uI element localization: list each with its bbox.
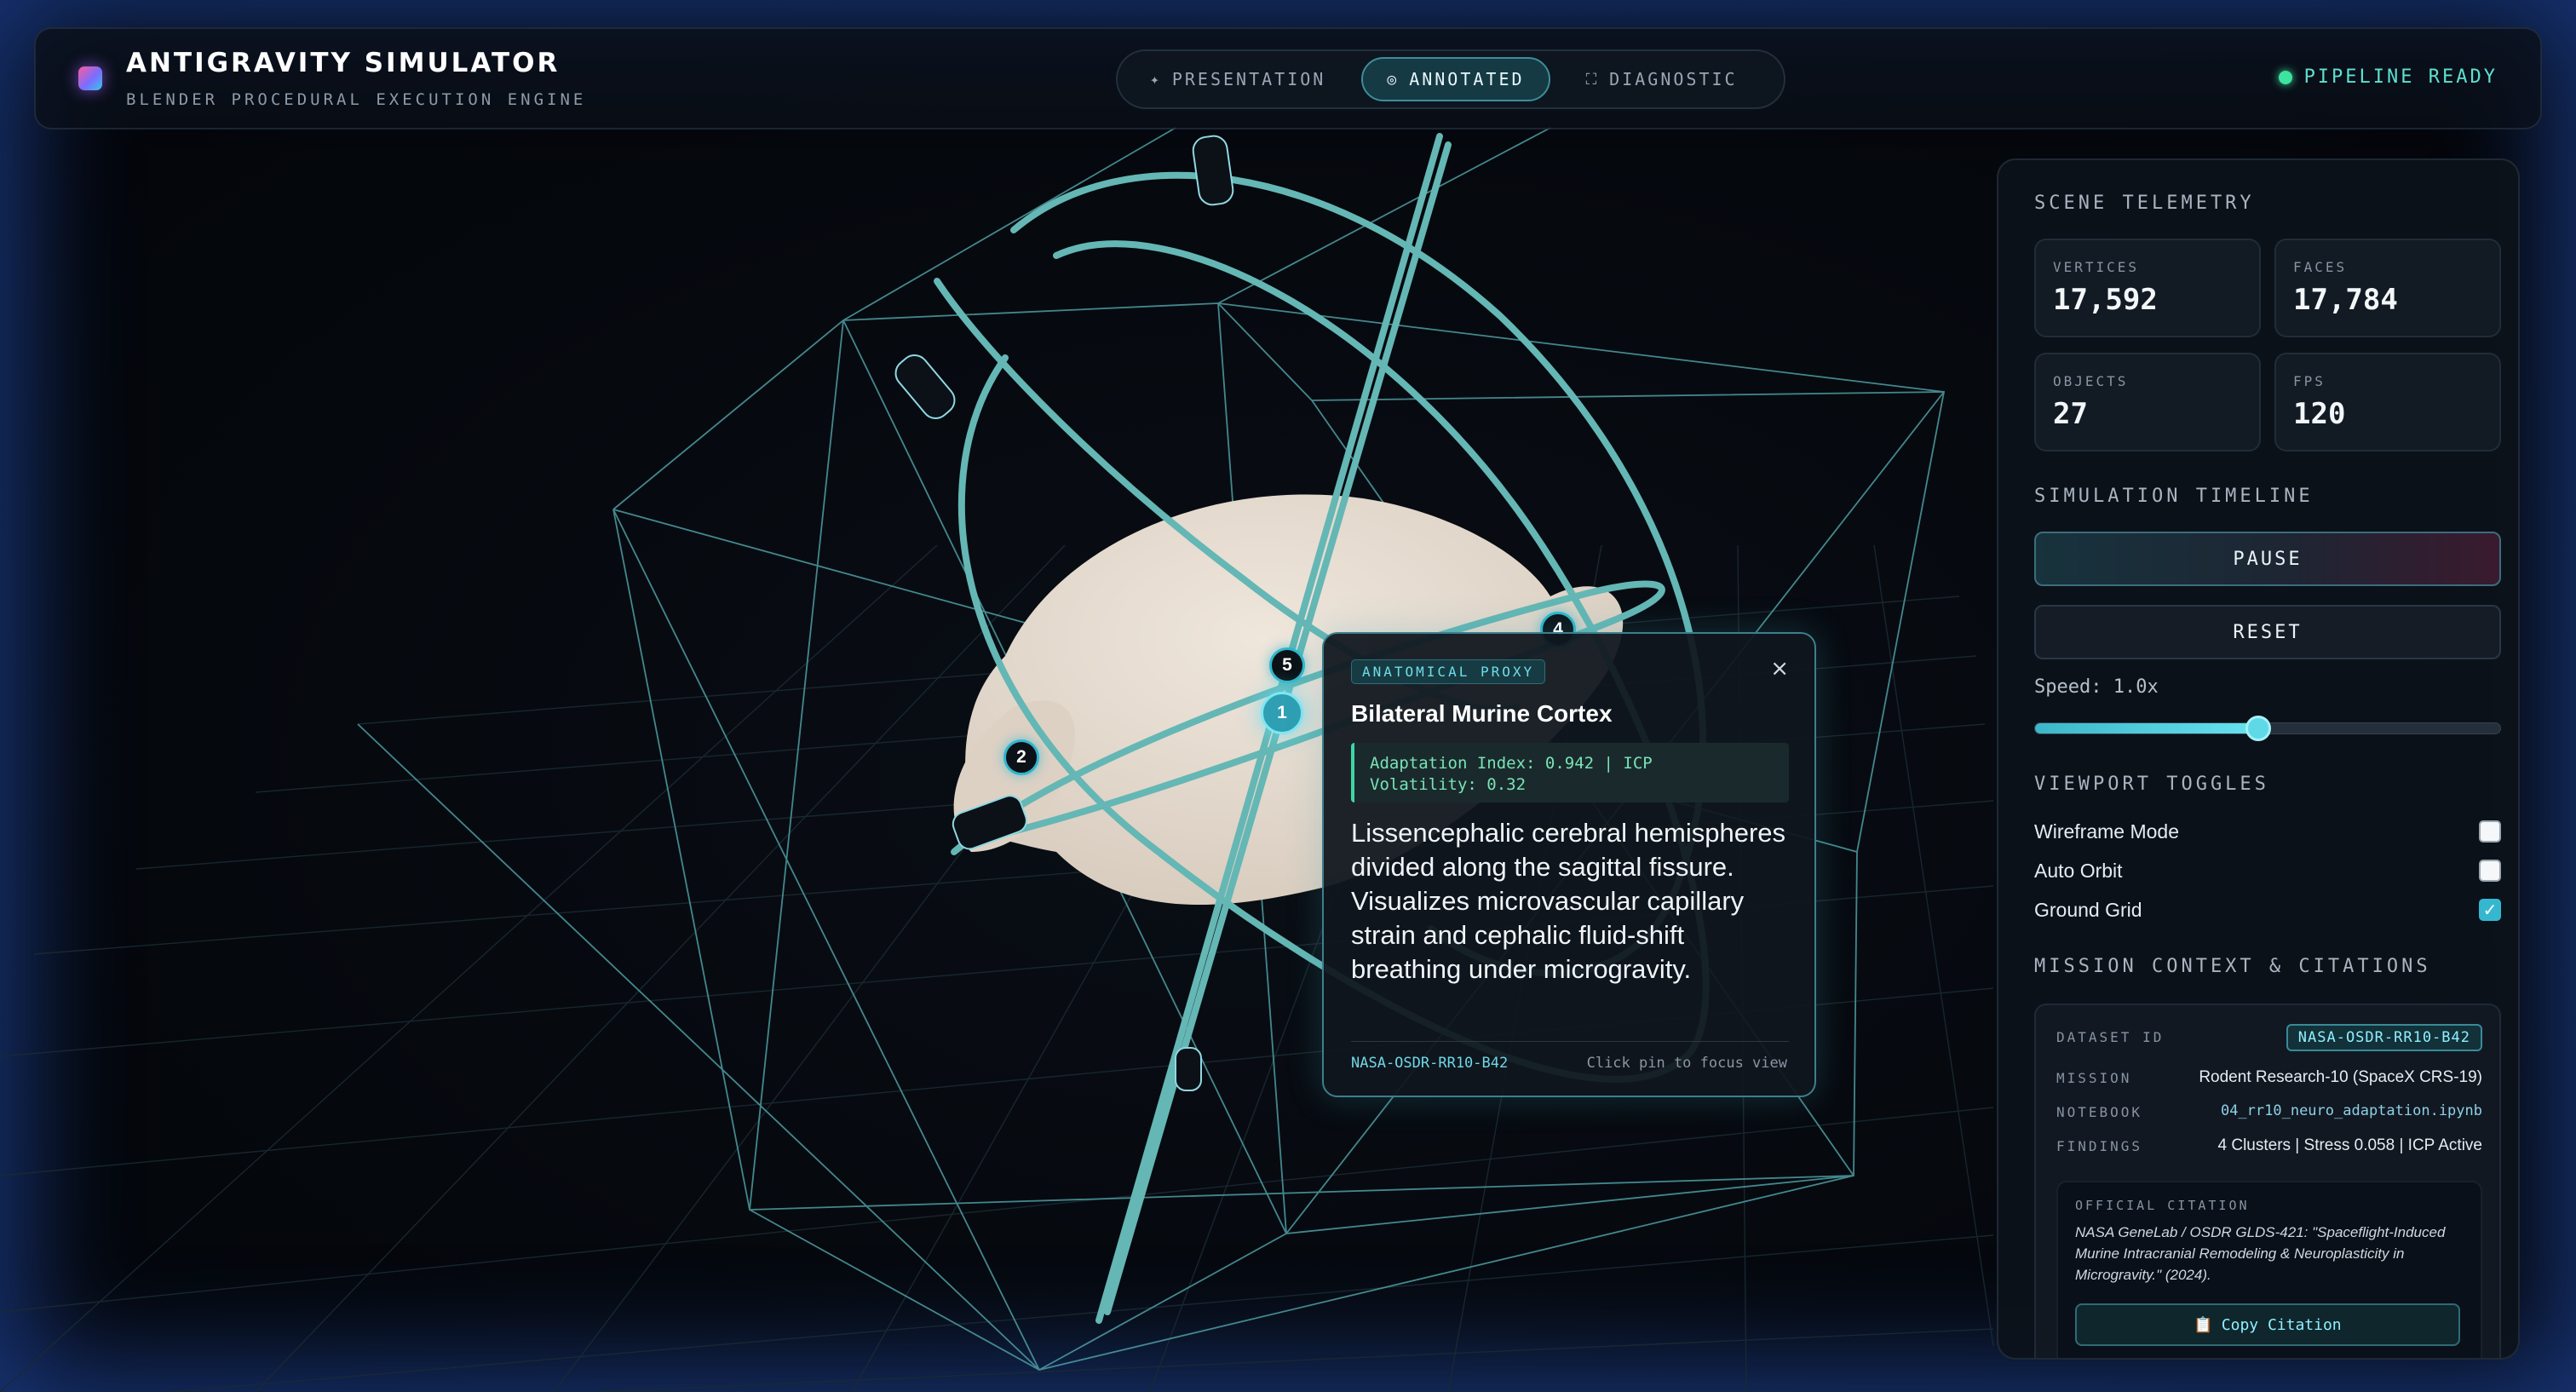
annotation-popup: ANATOMICAL PROXY × Bilateral Murine Cort… bbox=[1322, 632, 1816, 1097]
context-key: MISSION bbox=[2056, 1070, 2132, 1086]
stat-card-objects: OBJECTS 27 bbox=[2034, 353, 2261, 452]
pipeline-status-label: PIPELINE READY bbox=[2303, 66, 2498, 88]
frame-icon: ⛶ bbox=[1585, 70, 1600, 89]
annotation-pin-5[interactable]: 5 bbox=[1269, 647, 1305, 683]
popup-divider bbox=[1351, 1041, 1789, 1042]
wireframe-checkbox[interactable] bbox=[2479, 820, 2501, 843]
metric-line-1: Adaptation Index: 0.942 | ICP bbox=[1370, 754, 1653, 773]
popup-dataset-id: NASA-OSDR-RR10-B42 bbox=[1351, 1055, 1509, 1072]
toggle-wireframe-mode[interactable]: Wireframe Mode bbox=[2034, 816, 2501, 847]
stat-value: 27 bbox=[2053, 397, 2088, 431]
context-row-findings: FINDINGS 4 Clusters | Stress 0.058 | ICP… bbox=[2056, 1135, 2482, 1160]
citation-card: OFFICIAL CITATION NASA GeneLab / OSDR GL… bbox=[2056, 1181, 2482, 1358]
popup-title: Bilateral Murine Cortex bbox=[1351, 700, 1613, 727]
speed-slider[interactable] bbox=[2034, 716, 2501, 741]
popup-metrics: Adaptation Index: 0.942 | ICP Volatility… bbox=[1351, 743, 1789, 802]
stat-label: VERTICES bbox=[2053, 259, 2140, 275]
app-logo-icon bbox=[78, 66, 102, 90]
sparkle-icon: ✦ bbox=[1150, 70, 1162, 89]
stat-value: 17,592 bbox=[2053, 283, 2158, 317]
stat-value: 120 bbox=[2293, 397, 2346, 431]
timeline-title: SIMULATION TIMELINE bbox=[2034, 486, 2314, 507]
mode-annotated-button[interactable]: ◎ ANNOTATED bbox=[1361, 57, 1550, 101]
context-title: MISSION CONTEXT & CITATIONS bbox=[2034, 956, 2431, 977]
mission-context-card: DATASET ID NASA-OSDR-RR10-B42 MISSION Ro… bbox=[2034, 1004, 2501, 1358]
stat-card-fps: FPS 120 bbox=[2274, 353, 2501, 452]
mode-label: PRESENTATION bbox=[1171, 69, 1326, 89]
ground-grid-checkbox[interactable]: ✓ bbox=[2479, 899, 2501, 921]
auto-orbit-checkbox[interactable] bbox=[2479, 860, 2501, 882]
dataset-id-badge: NASA-OSDR-RR10-B42 bbox=[2286, 1024, 2482, 1051]
findings-value: 4 Clusters | Stress 0.058 | ICP Active bbox=[2217, 1136, 2483, 1154]
reset-button[interactable]: RESET bbox=[2034, 605, 2501, 659]
app-title: ANTIGRAVITY SIMULATOR bbox=[126, 48, 561, 78]
close-icon[interactable]: × bbox=[1770, 656, 1789, 682]
stat-card-faces: FACES 17,784 bbox=[2274, 239, 2501, 337]
mode-diagnostic-button[interactable]: ⛶ DIAGNOSTIC bbox=[1562, 57, 1762, 101]
speed-slider-handle[interactable] bbox=[2245, 716, 2272, 741]
mode-label: ANNOTATED bbox=[1409, 69, 1525, 89]
context-key: FINDINGS bbox=[2056, 1138, 2143, 1154]
stat-label: FACES bbox=[2293, 259, 2348, 275]
clipboard-icon: 📋 bbox=[2194, 1315, 2213, 1334]
stat-card-vertices: VERTICES 17,592 bbox=[2034, 239, 2261, 337]
app-subtitle: BLENDER PROCEDURAL EXECUTION ENGINE bbox=[126, 90, 587, 109]
speed-label: Speed: 1.0x bbox=[2034, 676, 2159, 698]
popup-description: Lissencephalic cerebral hemispheres divi… bbox=[1351, 818, 1786, 984]
context-key: DATASET ID bbox=[2056, 1029, 2165, 1045]
citation-label: OFFICIAL CITATION bbox=[2075, 1198, 2250, 1213]
toggles-title: VIEWPORT TOGGLES bbox=[2034, 774, 2269, 795]
view-mode-switcher: ✦ PRESENTATION ◎ ANNOTATED ⛶ DIAGNOSTIC bbox=[1116, 49, 1785, 109]
popup-hint: Click pin to focus view bbox=[1586, 1055, 1787, 1072]
toggle-auto-orbit[interactable]: Auto Orbit bbox=[2034, 855, 2501, 886]
toggle-label: Ground Grid bbox=[2034, 898, 2142, 921]
stat-label: FPS bbox=[2293, 373, 2326, 389]
copy-citation-button[interactable]: 📋 Copy Citation bbox=[2075, 1303, 2460, 1346]
stat-value: 17,784 bbox=[2293, 283, 2398, 317]
speed-slider-fill bbox=[2035, 723, 2259, 733]
stat-label: OBJECTS bbox=[2053, 373, 2129, 389]
context-key: NOTEBOOK bbox=[2056, 1104, 2143, 1120]
notebook-link[interactable]: 04_rr10_neuro_adaptation.ipynb bbox=[2221, 1102, 2482, 1119]
toggle-label: Wireframe Mode bbox=[2034, 820, 2179, 843]
top-header: ANTIGRAVITY SIMULATOR BLENDER PROCEDURAL… bbox=[34, 27, 2542, 129]
copy-citation-label: Copy Citation bbox=[2221, 1315, 2342, 1334]
citation-text: NASA GeneLab / OSDR GLDS-421: "Spaceflig… bbox=[2075, 1224, 2446, 1283]
context-row-dataset: DATASET ID NASA-OSDR-RR10-B42 bbox=[2056, 1024, 2482, 1051]
pipeline-status: PIPELINE READY bbox=[2278, 66, 2498, 88]
popup-category-badge: ANATOMICAL PROXY bbox=[1351, 659, 1546, 684]
status-dot-icon bbox=[2278, 70, 2292, 84]
context-row-notebook: NOTEBOOK 04_rr10_neuro_adaptation.ipynb bbox=[2056, 1101, 2482, 1126]
telemetry-title: SCENE TELEMETRY bbox=[2034, 193, 2255, 214]
pause-button[interactable]: PAUSE bbox=[2034, 532, 2501, 586]
context-row-mission: MISSION Rodent Research-10 (SpaceX CRS-1… bbox=[2056, 1067, 2482, 1092]
mission-value: Rodent Research-10 (SpaceX CRS-19) bbox=[2199, 1068, 2482, 1086]
target-icon: ◎ bbox=[1387, 70, 1400, 89]
mode-presentation-button[interactable]: ✦ PRESENTATION bbox=[1126, 57, 1349, 101]
mode-label: DIAGNOSTIC bbox=[1609, 69, 1738, 89]
annotation-pin-1[interactable]: 1 bbox=[1261, 692, 1303, 734]
annotation-pin-2[interactable]: 2 bbox=[1003, 739, 1039, 775]
metric-line-2: Volatility: 0.32 bbox=[1370, 775, 1527, 794]
control-panel[interactable]: SCENE TELEMETRY VERTICES 17,592 FACES 17… bbox=[1997, 158, 2520, 1360]
app-frame: 5 1 2 4 ANTIGRAVITY SIMULATOR BLENDER PR… bbox=[0, 0, 2576, 1392]
toggle-ground-grid[interactable]: Ground Grid ✓ bbox=[2034, 894, 2501, 925]
toggle-label: Auto Orbit bbox=[2034, 859, 2123, 882]
